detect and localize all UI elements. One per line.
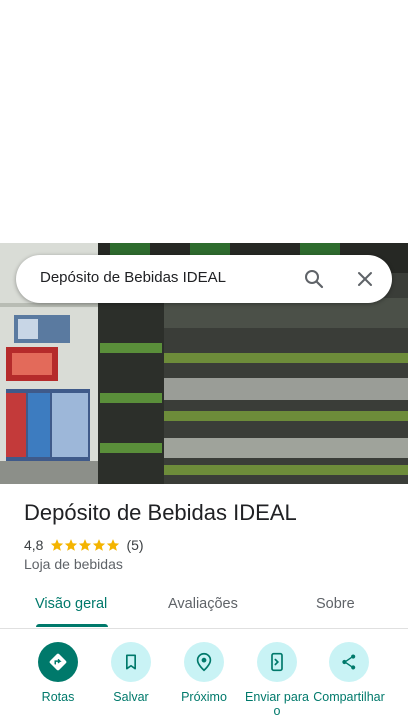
share-button[interactable]: Compartilhar — [313, 642, 385, 718]
nearby-button[interactable]: Próximo — [168, 642, 240, 718]
nearby-icon — [196, 652, 212, 672]
star-rating — [50, 538, 120, 552]
place-title: Depósito de Bebidas IDEAL — [24, 500, 297, 525]
star-icon — [51, 539, 64, 551]
close-icon[interactable] — [353, 267, 377, 291]
send-to-phone-icon — [271, 652, 283, 672]
share-label: Compartilhar — [313, 690, 385, 704]
bookmark-icon — [126, 654, 136, 670]
search-icon[interactable] — [302, 267, 326, 291]
send-to-phone-button[interactable]: Enviar para o — [241, 642, 313, 718]
save-label: Salvar — [113, 690, 149, 704]
directions-icon — [49, 653, 67, 671]
active-tab-indicator — [36, 624, 108, 627]
tab-about[interactable]: Sobre — [316, 596, 355, 612]
nearby-label: Próximo — [181, 690, 227, 704]
directions-button[interactable]: Rotas — [22, 642, 94, 718]
review-count[interactable]: (5) — [126, 537, 143, 553]
star-icon — [107, 539, 120, 551]
place-category: Loja de bebidas — [24, 556, 123, 572]
star-icon — [79, 539, 92, 551]
place-tabs: Visão geral Avaliações Sobre — [0, 588, 408, 629]
send-to-phone-label: Enviar para o — [245, 690, 309, 718]
rating-value: 4,8 — [24, 537, 44, 553]
tab-overview[interactable]: Visão geral — [35, 596, 107, 612]
share-icon — [342, 654, 356, 670]
star-icon — [93, 539, 106, 551]
directions-label: Rotas — [41, 690, 75, 704]
tab-reviews[interactable]: Avaliações — [168, 596, 238, 612]
search-input[interactable]: Depósito de Bebidas IDEAL — [40, 269, 226, 286]
save-button[interactable]: Salvar — [95, 642, 167, 718]
search-bar[interactable]: Depósito de Bebidas IDEAL — [16, 255, 392, 303]
rating-row[interactable]: 4,8 (5) — [24, 536, 144, 554]
star-icon — [65, 539, 78, 551]
